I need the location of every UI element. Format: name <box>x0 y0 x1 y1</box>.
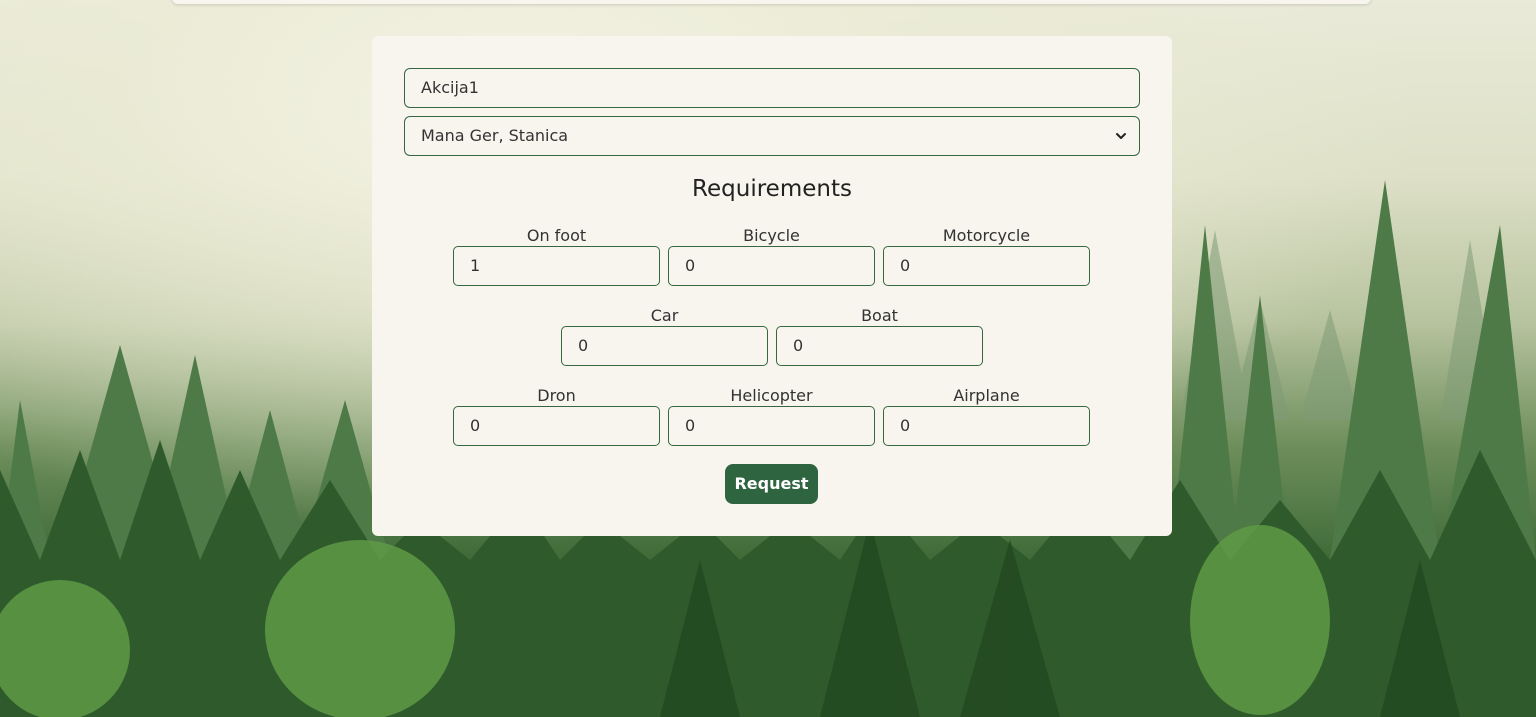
station-select-value: Mana Ger, Stanica <box>421 126 569 145</box>
request-card: Akcija1 Mana Ger, Stanica Requirements O… <box>372 36 1172 536</box>
requirement-on-foot: On foot 1 <box>453 226 660 286</box>
requirement-car: Car 0 <box>561 306 768 366</box>
requirement-label: Helicopter <box>730 386 813 405</box>
requirement-label: Car <box>650 306 679 325</box>
requirement-input-bicycle[interactable]: 0 <box>668 246 875 286</box>
requirement-label: Bicycle <box>743 226 800 245</box>
requirement-label: Dron <box>537 386 576 405</box>
requirement-helicopter: Helicopter 0 <box>668 386 875 446</box>
requirement-label: Boat <box>861 306 898 325</box>
top-navbar <box>172 0 1371 4</box>
requirement-input-helicopter[interactable]: 0 <box>668 406 875 446</box>
requirement-input-boat[interactable]: 0 <box>776 326 983 366</box>
requirement-label: Airplane <box>953 386 1020 405</box>
requirement-input-car[interactable]: 0 <box>561 326 768 366</box>
requirement-dron: Dron 0 <box>453 386 660 446</box>
chevron-down-icon <box>1116 133 1126 139</box>
request-button[interactable]: Request <box>725 464 818 504</box>
station-select[interactable]: Mana Ger, Stanica <box>404 116 1140 156</box>
requirement-input-airplane[interactable]: 0 <box>883 406 1090 446</box>
action-name-input[interactable]: Akcija1 <box>404 68 1140 108</box>
requirement-boat: Boat 0 <box>776 306 983 366</box>
requirement-label: On foot <box>526 226 587 245</box>
requirement-airplane: Airplane 0 <box>883 386 1090 446</box>
requirement-input-on-foot[interactable]: 1 <box>453 246 660 286</box>
requirement-motorcycle: Motorcycle 0 <box>883 226 1090 286</box>
requirement-input-dron[interactable]: 0 <box>453 406 660 446</box>
requirement-input-motorcycle[interactable]: 0 <box>883 246 1090 286</box>
requirement-label: Motorcycle <box>942 226 1031 245</box>
requirements-title: Requirements <box>692 176 852 202</box>
requirement-bicycle: Bicycle 0 <box>668 226 875 286</box>
